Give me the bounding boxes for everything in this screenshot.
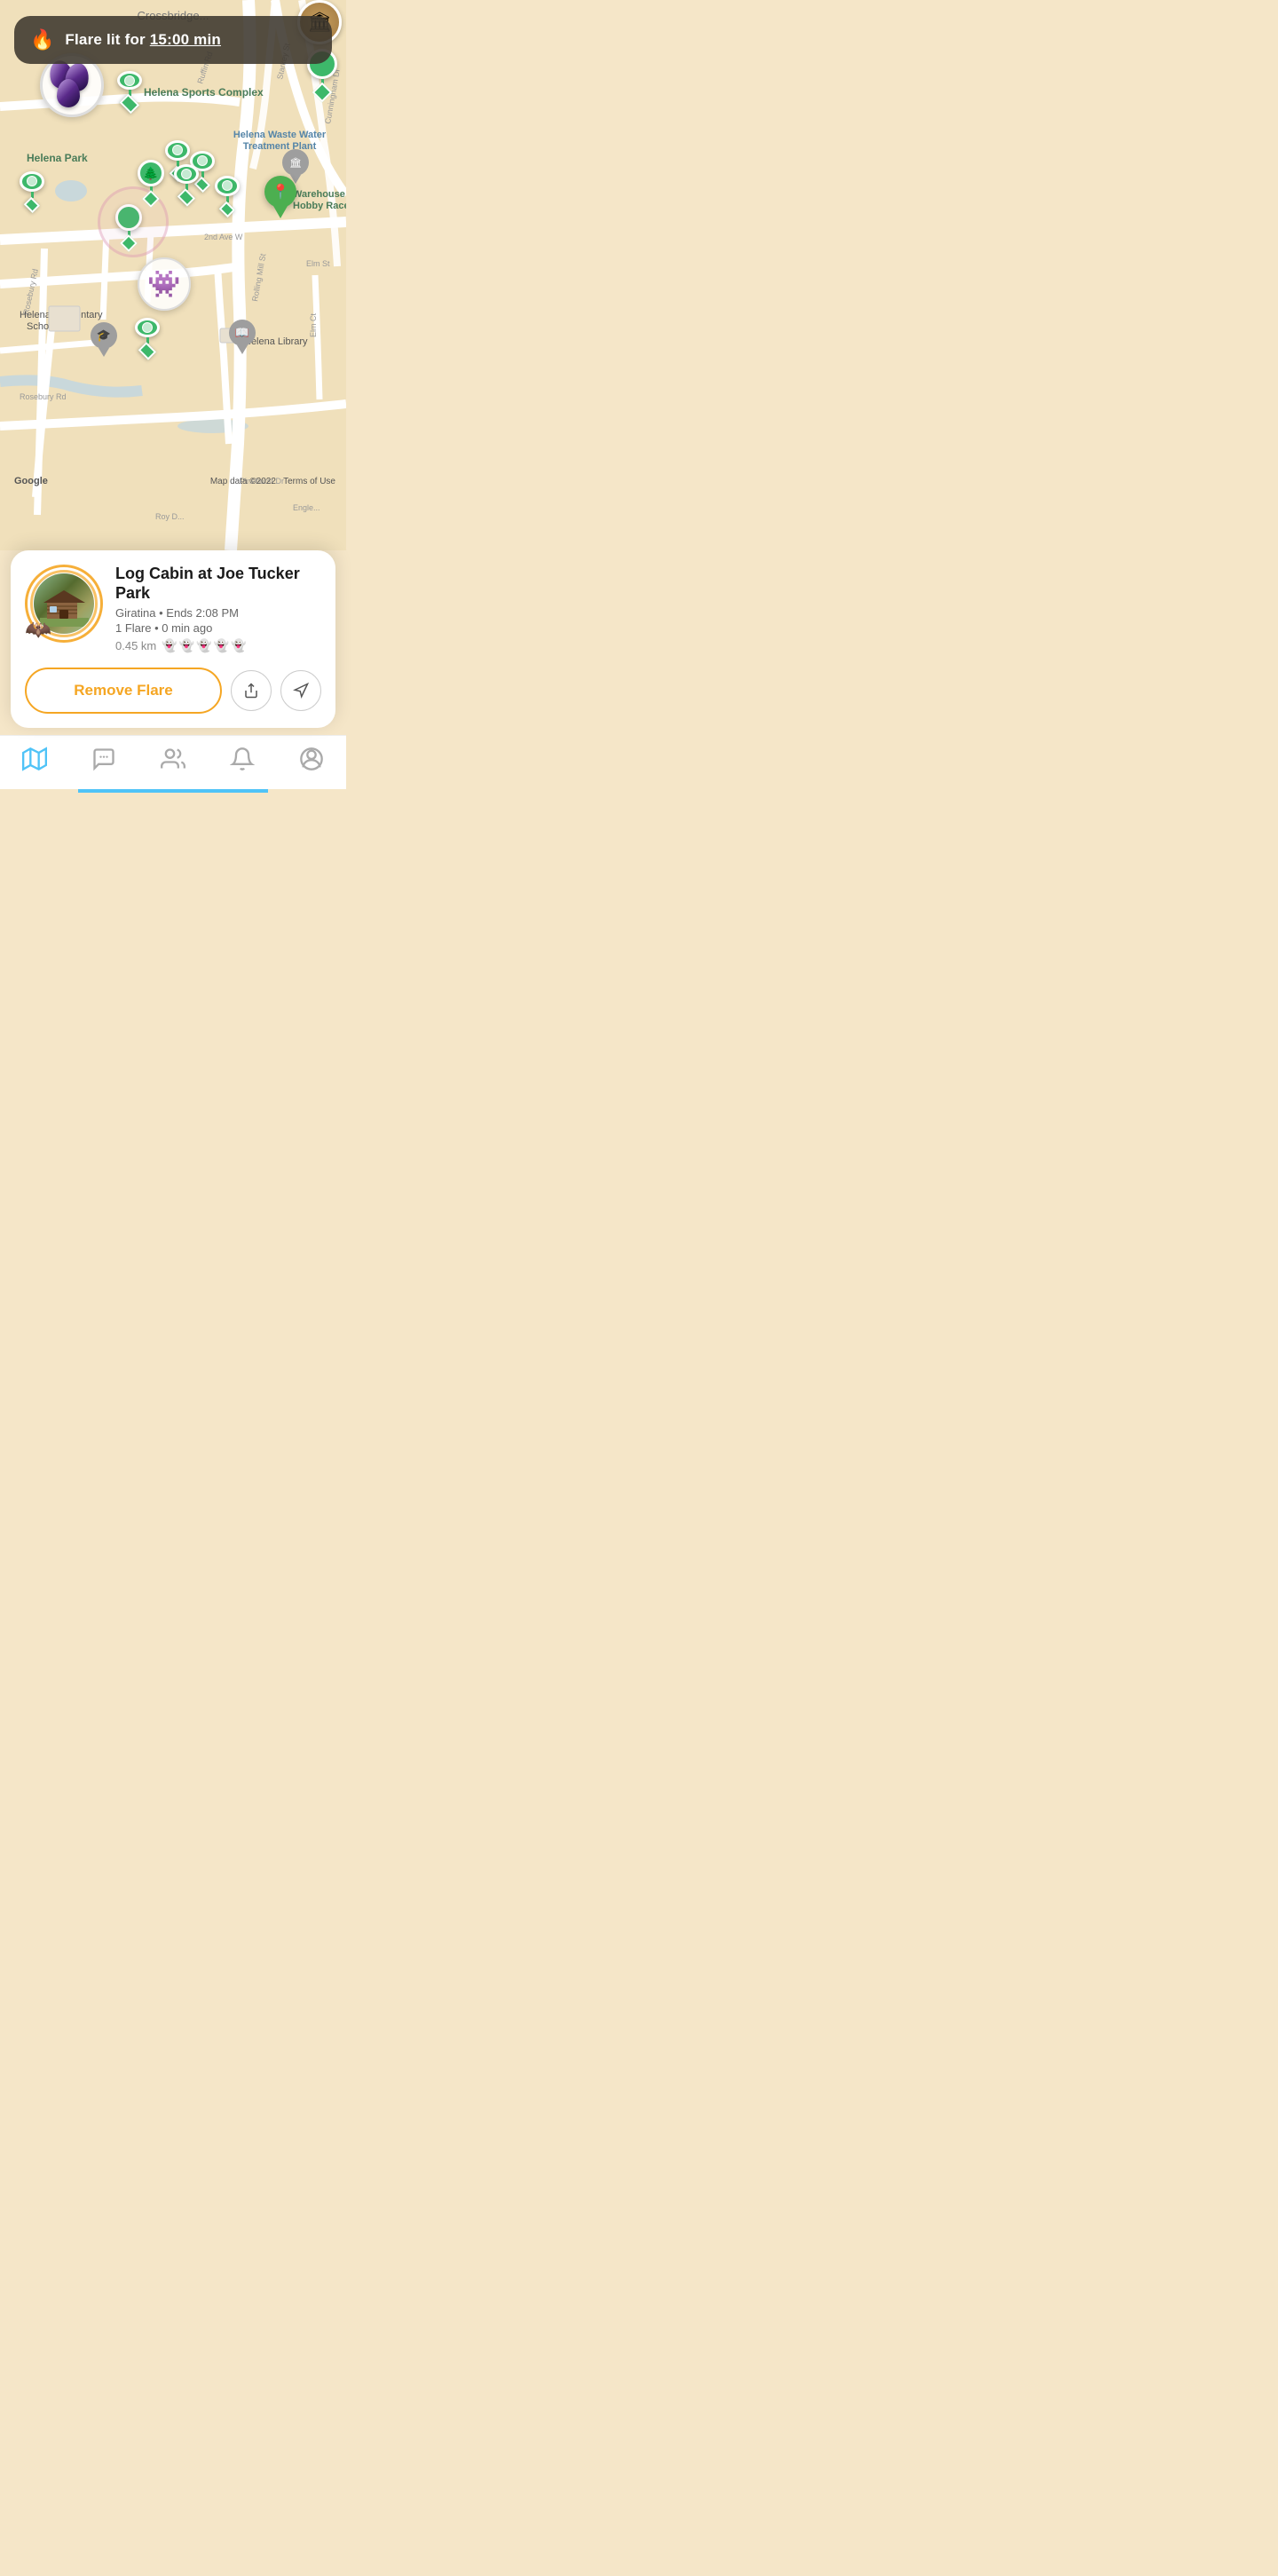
nav-item-friends[interactable] [161,747,185,771]
giratina-sprite[interactable]: 👾 [138,257,191,311]
friends-nav-icon [161,747,185,771]
raid-info: Giratina • Ends 2:08 PM [115,606,321,620]
flare-banner: 🔥 Flare lit for 15:00 min [14,16,332,64]
share-button[interactable] [231,670,272,711]
ghost-icons-row: 👻 👻 👻 👻 👻 [162,638,246,653]
chat-nav-icon [91,747,116,771]
map-attribution: Map data ©2022 Terms of Use [210,477,335,486]
bell-nav-icon [230,747,255,771]
pokestop-lure-helena-park[interactable]: 🌲 [138,160,164,205]
flare-banner-text: Flare lit for 15:00 min [65,31,221,49]
bottom-navigation [0,735,346,789]
map-view[interactable]: Ruffin Rd Starkey St Cunningham Dr 2nd A… [0,0,346,550]
distance-value: 0.45 km [115,639,156,652]
progress-bar [78,789,269,793]
svg-text:Helena Waste Water: Helena Waste Water [233,130,327,140]
svg-text:Helena Park: Helena Park [27,152,88,164]
svg-text:Helena Sports Complex: Helena Sports Complex [144,86,264,99]
nav-item-map[interactable] [22,747,47,771]
pokestop-school[interactable] [131,318,163,357]
location-title: Log Cabin at Joe Tucker Park [115,565,321,603]
card-image-area: 🦇 [25,565,103,643]
pokestop-1[interactable] [114,71,146,110]
card-actions-row: Remove Flare [25,668,321,714]
ghost-1: 👻 [162,638,177,653]
flare-timer: 15:00 min [150,31,221,48]
ghost-5: 👻 [231,638,246,653]
navigate-icon [293,683,309,699]
school-poi-marker: 🎓 [91,322,117,357]
pokestop-lure-center[interactable] [115,204,142,249]
share-icon [243,683,259,699]
giratina-card-sprite: 🦇 [25,617,51,643]
svg-text:2nd Ave W: 2nd Ave W [204,233,243,241]
svg-text:Engle...: Engle... [293,503,320,512]
navigate-button[interactable] [280,670,321,711]
ghost-3: 👻 [196,638,211,653]
card-top-section: 🦇 Log Cabin at Joe Tucker Park Giratina … [25,565,321,653]
nav-item-profile[interactable] [299,747,324,771]
profile-nav-icon [299,747,324,771]
svg-text:Hobby Raceway: Hobby Raceway [293,201,346,211]
nav-item-notifications[interactable] [230,747,255,771]
svg-text:Roy D...: Roy D... [155,512,185,521]
ghost-2: 👻 [179,638,194,653]
raid-egg-cluster[interactable] [40,53,111,124]
card-info-section: Log Cabin at Joe Tucker Park Giratina • … [115,565,321,653]
svg-text:Rosebury Rd: Rosebury Rd [20,392,67,401]
library-poi-marker: 📖 [229,320,256,354]
pokestop-2[interactable] [16,171,48,210]
nav-item-chat[interactable] [91,747,116,771]
location-card: 🦇 Log Cabin at Joe Tucker Park Giratina … [11,550,335,728]
svg-text:Elm St: Elm St [306,259,330,268]
ghost-4: 👻 [214,638,229,653]
flare-count-info: 1 Flare • 0 min ago [115,621,321,635]
remove-flare-button[interactable]: Remove Flare [25,668,222,714]
destination-marker-warehouse[interactable]: 📍 [264,176,296,218]
google-watermark: Google [14,476,48,486]
distance-row: 0.45 km 👻 👻 👻 👻 👻 [115,638,321,653]
svg-text:Warehouse: Warehouse [293,189,345,200]
map-nav-icon [22,747,47,771]
svg-text:Elm Ct: Elm Ct [309,313,318,337]
flare-icon: 🔥 [30,28,54,51]
pokestop-5[interactable] [170,164,202,203]
pokestop-6[interactable] [211,176,243,215]
